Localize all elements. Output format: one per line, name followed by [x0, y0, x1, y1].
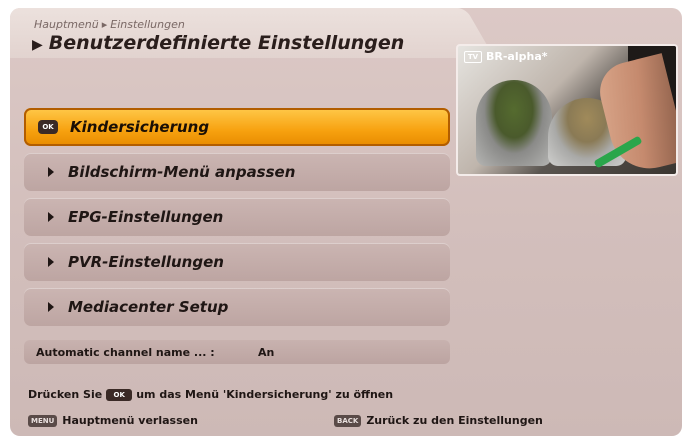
breadcrumb: Hauptmenü ▸ Einstellungen — [34, 18, 185, 31]
menu-item-label: PVR-Einstellungen — [68, 253, 224, 271]
menu-item-label: Mediacenter Setup — [68, 298, 229, 316]
footer-exit-label: Hauptmenü verlassen — [62, 414, 198, 427]
ok-key-icon: OK — [106, 388, 133, 401]
title-arrow-icon: ▶ — [32, 37, 43, 53]
menu-item-label: Kindersicherung — [70, 118, 210, 136]
menu-item-label: Bildschirm-Menü anpassen — [68, 163, 296, 181]
menu-item-epg[interactable]: EPG-Einstellungen — [24, 198, 450, 236]
arrow-right-icon — [48, 257, 54, 267]
tv-preview: TV BR-alpha* — [456, 44, 678, 176]
settings-menu: OK Kindersicherung Bildschirm-Menü anpas… — [24, 108, 450, 333]
menu-item-kindersicherung[interactable]: OK Kindersicherung — [24, 108, 450, 146]
arrow-right-icon — [48, 212, 54, 222]
breadcrumb-separator: ▸ — [101, 18, 108, 31]
channel-label: TV BR-alpha* — [464, 50, 548, 63]
page-title: ▶ Benutzerdefinierte Einstellungen — [32, 32, 404, 54]
menu-key-icon: MENU — [28, 414, 58, 427]
footer-exit-main-menu[interactable]: MENU Hauptmenü verlassen — [28, 414, 198, 427]
arrow-right-icon — [48, 167, 54, 177]
breadcrumb-root[interactable]: Hauptmenü — [34, 18, 99, 31]
footer-back-label: Zurück zu den Einstellungen — [366, 414, 543, 427]
menu-item-mediacenter[interactable]: Mediacenter Setup — [24, 288, 450, 326]
breadcrumb-current[interactable]: Einstellungen — [110, 18, 185, 31]
ok-key-icon: OK — [38, 120, 58, 134]
hint-suffix: um das Menü 'Kindersicherung' zu öffnen — [136, 388, 394, 401]
setting-name: Automatic channel name ... : — [36, 345, 215, 359]
hint-prefix: Drücken Sie — [28, 388, 103, 401]
menu-item-label: EPG-Einstellungen — [68, 208, 224, 226]
page-title-text: Benutzerdefinierte Einstellungen — [48, 32, 405, 54]
arrow-right-icon — [48, 302, 54, 312]
tv-icon: TV — [464, 50, 482, 63]
menu-item-bildschirm-menu[interactable]: Bildschirm-Menü anpassen — [24, 153, 450, 191]
hint-text: Drücken Sie OK um das Menü 'Kindersicher… — [28, 388, 393, 401]
footer-back-to-settings[interactable]: BACK Zurück zu den Einstellungen — [334, 414, 543, 427]
back-key-icon: BACK — [334, 414, 362, 427]
menu-item-pvr[interactable]: PVR-Einstellungen — [24, 243, 450, 281]
settings-screen: Hauptmenü ▸ Einstellungen ▶ Benutzerdefinie… — [10, 8, 682, 436]
automatic-channel-name-row[interactable]: Automatic channel name ... : An — [24, 340, 450, 364]
setting-value: An — [258, 345, 275, 359]
preview-pot — [476, 80, 552, 166]
channel-name: BR-alpha* — [486, 50, 548, 63]
